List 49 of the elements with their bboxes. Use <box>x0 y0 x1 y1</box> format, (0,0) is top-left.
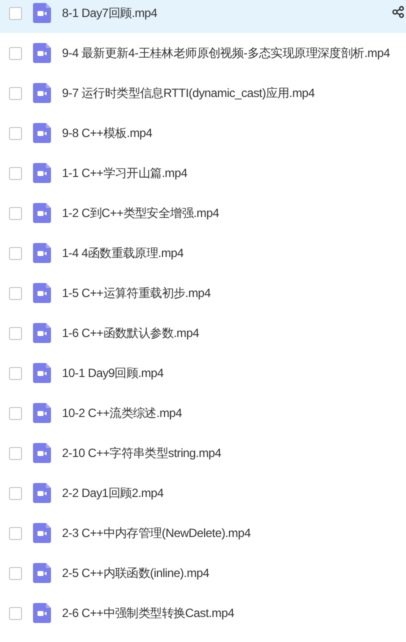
file-name[interactable]: 9-4 最新更新4-王桂林老师原创视频-多态实现原理深度剖析.mp4 <box>62 44 390 62</box>
video-file-icon <box>33 163 51 183</box>
share-icon[interactable] <box>392 6 404 18</box>
video-file-icon <box>33 443 51 463</box>
checkbox[interactable] <box>9 86 22 100</box>
checkbox[interactable] <box>9 46 22 60</box>
checkbox[interactable] <box>9 246 22 260</box>
file-name[interactable]: 2-5 C++内联函数(inline).mp4 <box>62 564 210 582</box>
video-file-icon <box>33 3 51 23</box>
video-file-icon <box>33 203 51 223</box>
video-file-icon <box>33 483 51 503</box>
checkbox[interactable] <box>9 486 22 500</box>
file-name[interactable]: 10-1 Day9回顾.mp4 <box>62 364 164 382</box>
file-name[interactable]: 9-8 C++模板.mp4 <box>62 124 152 142</box>
video-file-icon <box>33 563 51 583</box>
video-file-icon <box>33 283 51 303</box>
video-file-icon <box>33 403 51 423</box>
checkbox[interactable] <box>9 446 22 460</box>
file-name[interactable]: 2-10 C++字符串类型string.mp4 <box>62 444 222 462</box>
file-name[interactable]: 1-6 C++函数默认参数.mp4 <box>62 324 199 342</box>
checkbox[interactable] <box>9 326 22 340</box>
file-name[interactable]: 2-6 C++中强制类型转换Cast.mp4 <box>62 604 234 622</box>
video-file-icon <box>33 83 51 103</box>
checkbox[interactable] <box>9 206 22 220</box>
video-file-icon <box>33 243 51 263</box>
checkbox[interactable] <box>9 126 22 140</box>
video-file-icon <box>33 323 51 343</box>
file-name[interactable]: 9-7 运行时类型信息RTTI(dynamic_cast)应用.mp4 <box>62 84 315 102</box>
video-file-icon <box>33 43 51 63</box>
file-name[interactable]: 2-2 Day1回顾2.mp4 <box>62 484 164 502</box>
file-name[interactable]: 8-1 Day7回顾.mp4 <box>62 4 158 22</box>
file-name[interactable]: 2-3 C++中内存管理(NewDelete).mp4 <box>62 524 251 542</box>
video-file-icon <box>33 363 51 383</box>
video-file-icon <box>33 123 51 143</box>
checkbox[interactable] <box>9 286 22 300</box>
checkbox[interactable] <box>9 6 22 20</box>
checkbox[interactable] <box>9 406 22 420</box>
checkbox[interactable] <box>9 366 22 380</box>
video-file-icon <box>33 523 51 543</box>
file-name[interactable]: 1-4 4函数重载原理.mp4 <box>62 244 184 262</box>
file-name[interactable]: 1-1 C++学习开山篇.mp4 <box>62 164 188 182</box>
video-file-icon <box>33 603 51 623</box>
file-name[interactable]: 10-2 C++流类综述.mp4 <box>62 404 182 422</box>
checkbox[interactable] <box>9 166 22 180</box>
checkbox[interactable] <box>9 526 22 540</box>
file-name[interactable]: 1-2 C到C++类型安全增强.mp4 <box>62 204 220 222</box>
checkbox[interactable] <box>9 606 22 620</box>
file-name[interactable]: 1-5 C++运算符重载初步.mp4 <box>62 284 211 302</box>
checkbox[interactable] <box>9 566 22 580</box>
